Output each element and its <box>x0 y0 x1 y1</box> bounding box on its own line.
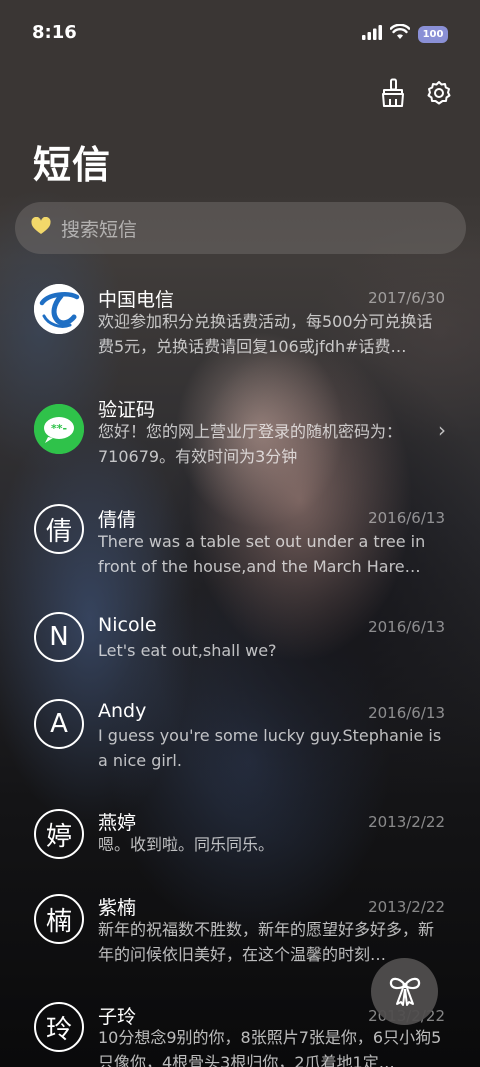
clean-button[interactable] <box>378 78 408 112</box>
conversation-name: Nicole <box>98 614 157 636</box>
avatar: 楠 <box>34 894 84 944</box>
conversation-date: 2016/6/13 <box>368 509 445 527</box>
conversation-name: 验证码 <box>98 399 156 421</box>
broom-icon <box>380 78 406 112</box>
wifi-icon <box>389 23 411 44</box>
avatar: 倩 <box>34 504 84 554</box>
avatar: N <box>34 612 84 662</box>
floating-theme-button[interactable] <box>371 958 438 1025</box>
conversation-preview: Let's eat out,shall we? <box>98 641 277 660</box>
status-bar: 8:16 100 <box>0 0 480 64</box>
conversation-preview: 10分想念9别的你，8张照片7张是你，6只小狗5只像你，4根骨头3根归你，2爪着… <box>98 1028 442 1067</box>
conversation-item[interactable]: N Nicole 2016/6/13 Let's eat out,shall w… <box>0 602 480 682</box>
conversation-preview: There was a table set out under a tree i… <box>98 532 426 576</box>
conversation-item-verification[interactable]: **- 验证码 您好！您的网上营业厅登录的随机密码为：710679。有效时间为3… <box>0 382 480 482</box>
page-title: 短信 <box>33 143 112 187</box>
message-bubble-icon: **- <box>34 404 84 454</box>
search-bar[interactable]: 搜索短信 <box>15 202 466 254</box>
conversation-name: 紫楠 <box>98 897 137 919</box>
gear-icon <box>426 80 452 110</box>
conversation-item[interactable]: 婷 燕婷 2013/2/22 嗯。收到啦。同乐同乐。 <box>0 802 480 882</box>
conversation-date: 2017/6/30 <box>368 289 445 307</box>
conversation-date: 2016/6/13 <box>368 618 445 636</box>
china-telecom-logo <box>34 284 84 334</box>
conversation-name: 中国电信 <box>98 289 175 311</box>
conversation-name: 燕婷 <box>98 812 137 834</box>
avatar: A <box>34 699 84 749</box>
avatar: 婷 <box>34 809 84 859</box>
conversation-preview: 嗯。收到啦。同乐同乐。 <box>98 835 275 854</box>
avatar: 玲 <box>34 1002 84 1052</box>
conversation-date: 2013/2/22 <box>368 813 445 831</box>
status-time: 8:16 <box>32 22 77 43</box>
status-icons: 100 <box>362 23 448 44</box>
svg-text:**-: **- <box>51 422 67 435</box>
bow-icon <box>386 973 424 1011</box>
conversation-preview: 您好！您的网上营业厅登录的随机密码为：710679。有效时间为3分钟 <box>98 422 403 466</box>
conversation-name: 子玲 <box>98 1006 137 1028</box>
heart-icon <box>31 216 51 239</box>
conversation-preview: 欢迎参加积分兑换话费活动，每500分可兑换话费5元，兑换话费请回复106或jfd… <box>98 312 433 356</box>
conversation-name: Andy <box>98 700 147 722</box>
conversation-item-telecom[interactable]: 中国电信 2017/6/30 欢迎参加积分兑换话费活动，每500分可兑换话费5元… <box>0 272 480 372</box>
chevron-right-icon: › <box>438 418 446 442</box>
conversation-item[interactable]: 倩 倩倩 2016/6/13 There was a table set out… <box>0 492 480 592</box>
conversation-date: 2016/6/13 <box>368 704 445 722</box>
signal-icon <box>362 24 382 44</box>
conversation-item[interactable]: A Andy 2016/6/13 I guess you're some luc… <box>0 687 480 787</box>
conversation-date: 2013/2/22 <box>368 898 445 916</box>
battery-indicator: 100 <box>418 25 448 43</box>
header-actions <box>378 78 454 112</box>
settings-button[interactable] <box>424 80 454 110</box>
conversation-name: 倩倩 <box>98 509 137 531</box>
search-placeholder: 搜索短信 <box>61 218 138 241</box>
conversation-preview: I guess you're some lucky guy.Stephanie … <box>98 726 442 770</box>
